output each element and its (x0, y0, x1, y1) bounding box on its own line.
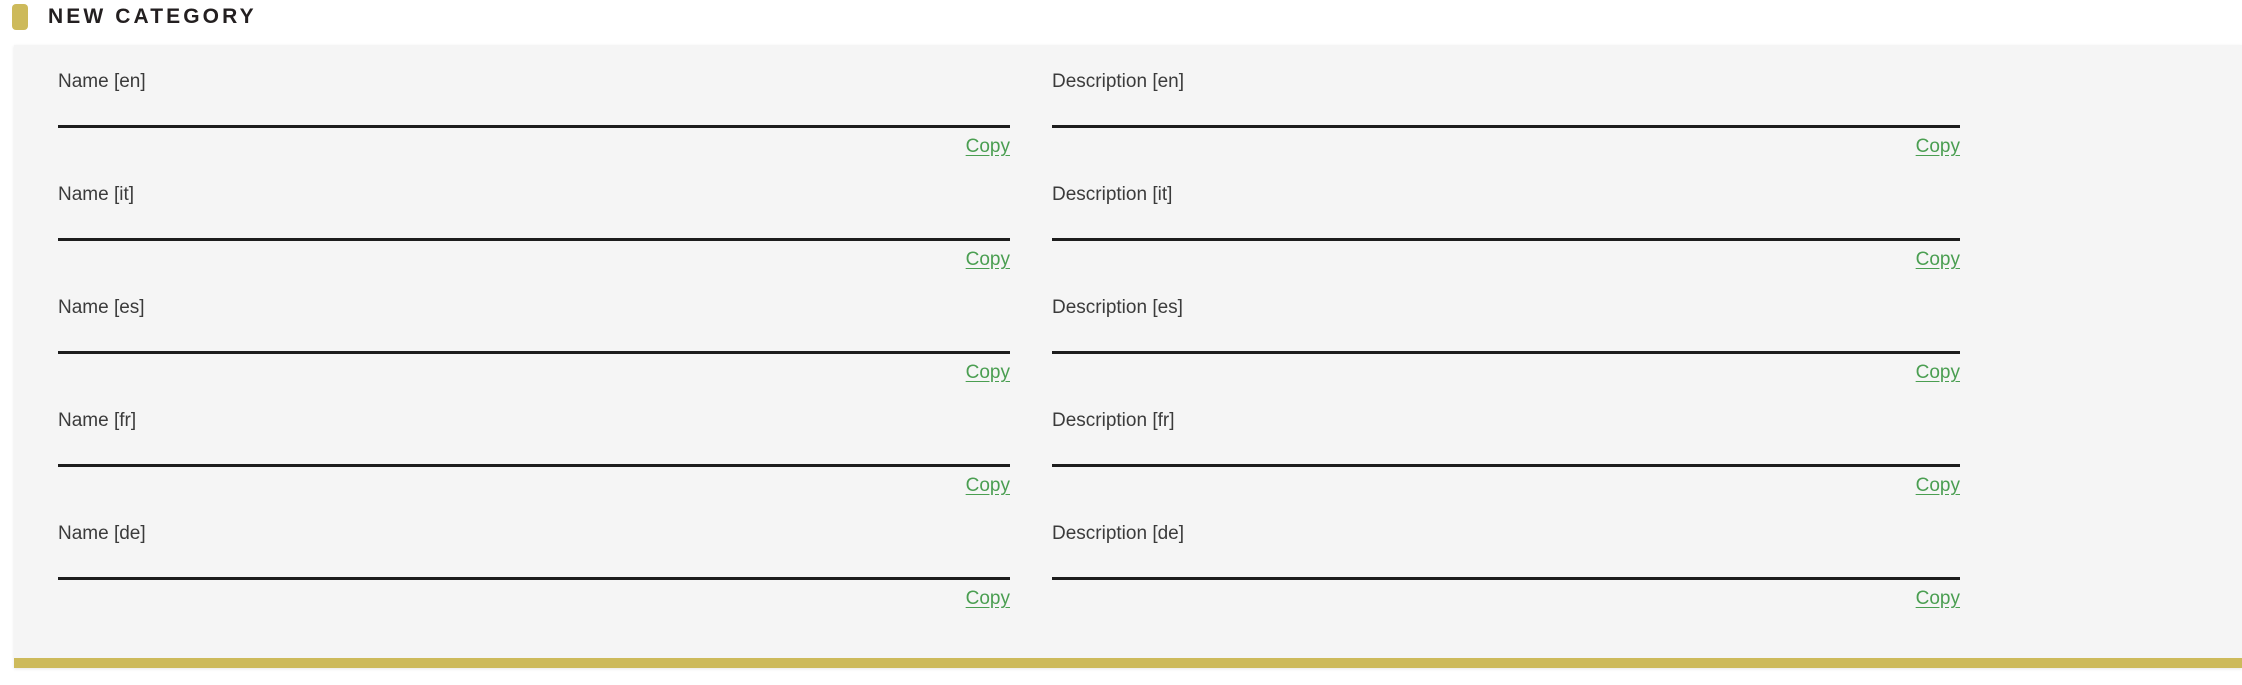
name-en-input[interactable] (58, 125, 1010, 128)
field-description-it: Description [it] Copy (1052, 184, 1960, 297)
field-name-es: Name [es] Copy (58, 297, 1010, 410)
field-label: Name [en] (58, 71, 146, 92)
field-label: Description [en] (1052, 71, 1185, 92)
field-name-it: Name [it] Copy (58, 184, 1010, 297)
field-label: Name [it] (58, 184, 135, 205)
copy-link-description-es[interactable]: Copy (1916, 362, 1960, 384)
field-description-fr: Description [fr] Copy (1052, 410, 1960, 523)
copy-link-description-de[interactable]: Copy (1916, 588, 1960, 610)
copy-link-description-it[interactable]: Copy (1916, 249, 1960, 271)
field-label: Description [it] (1052, 184, 1173, 205)
page-header: NEW CATEGORY (0, 0, 2242, 34)
field-description-es: Description [es] Copy (1052, 297, 1960, 410)
new-category-card: Name [en] Copy Name [it] Copy Name [es] … (14, 45, 2242, 668)
field-description-de: Description [de] Copy (1052, 523, 1960, 636)
description-es-input[interactable] (1052, 351, 1960, 354)
name-it-input[interactable] (58, 238, 1010, 241)
field-label: Name [de] (58, 523, 146, 544)
field-label: Description [es] (1052, 297, 1183, 318)
field-label: Name [es] (58, 297, 145, 318)
field-name-fr: Name [fr] Copy (58, 410, 1010, 523)
copy-link-name-it[interactable]: Copy (966, 249, 1010, 271)
description-de-input[interactable] (1052, 577, 1960, 580)
field-label: Description [de] (1052, 523, 1185, 544)
page-title: NEW CATEGORY (48, 5, 257, 28)
copy-link-name-es[interactable]: Copy (966, 362, 1010, 384)
name-fr-input[interactable] (58, 464, 1010, 467)
field-name-en: Name [en] Copy (58, 71, 1010, 184)
field-name-de: Name [de] Copy (58, 523, 1010, 636)
category-form: Name [en] Copy Name [it] Copy Name [es] … (14, 45, 2242, 636)
copy-link-name-fr[interactable]: Copy (966, 475, 1010, 497)
name-de-input[interactable] (58, 577, 1010, 580)
description-en-input[interactable] (1052, 125, 1960, 128)
description-it-input[interactable] (1052, 238, 1960, 241)
copy-link-description-en[interactable]: Copy (1916, 136, 1960, 158)
category-color-swatch-icon (12, 4, 28, 30)
name-es-input[interactable] (58, 351, 1010, 354)
description-fr-input[interactable] (1052, 464, 1960, 467)
description-column: Description [en] Copy Description [it] C… (1052, 71, 1960, 636)
copy-link-name-en[interactable]: Copy (966, 136, 1010, 158)
field-description-en: Description [en] Copy (1052, 71, 1960, 184)
name-column: Name [en] Copy Name [it] Copy Name [es] … (58, 71, 1010, 636)
field-label: Name [fr] (58, 410, 137, 431)
copy-link-description-fr[interactable]: Copy (1916, 475, 1960, 497)
field-label: Description [fr] (1052, 410, 1175, 431)
copy-link-name-de[interactable]: Copy (966, 588, 1010, 610)
